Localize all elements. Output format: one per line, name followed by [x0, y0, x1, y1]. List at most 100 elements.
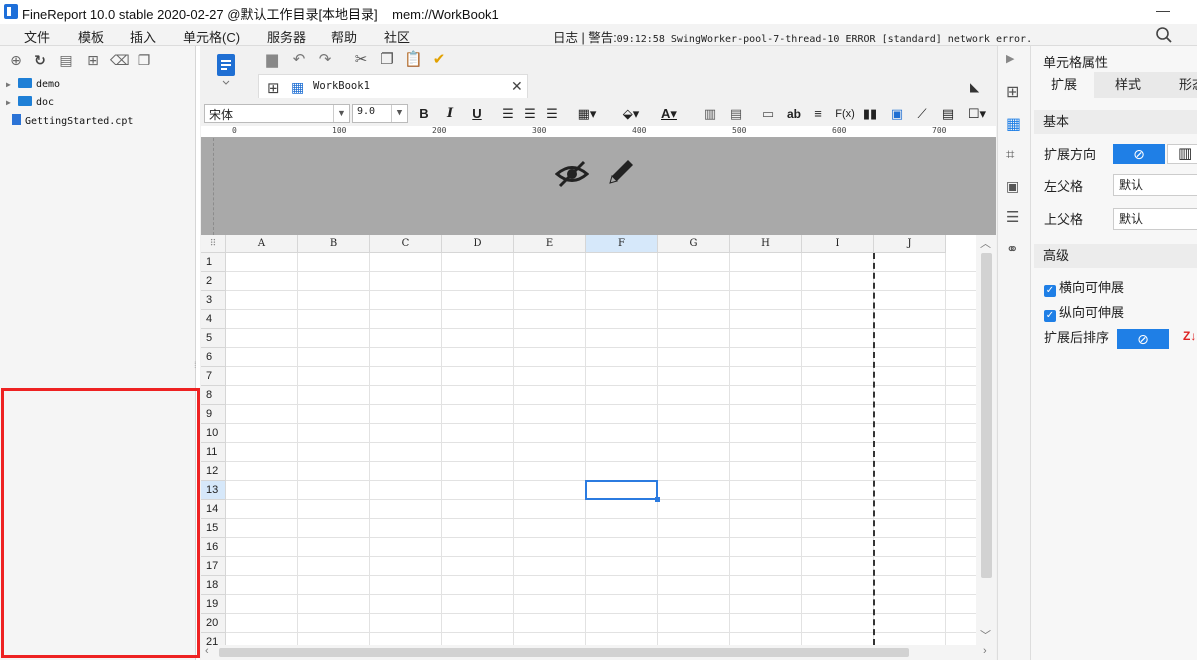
copy-icon[interactable]: ❐: [378, 51, 396, 69]
row-header-8[interactable]: 8: [201, 386, 226, 405]
vertical-expandable-checkbox[interactable]: ✓ 纵向可伸展: [1044, 302, 1124, 322]
expand-arrow-icon[interactable]: ▶: [6, 98, 18, 107]
row-header-10[interactable]: 10: [201, 424, 226, 443]
unmerge-cells-icon[interactable]: ▤: [728, 105, 744, 123]
fill-color-icon[interactable]: ⬙▾: [616, 105, 646, 123]
cell-element-icon[interactable]: ⊞: [1006, 82, 1023, 101]
underline-button[interactable]: U: [470, 105, 484, 123]
tree-item-doc[interactable]: ▶ doc: [6, 96, 54, 112]
row-header-19[interactable]: 19: [201, 595, 226, 614]
expand-none-button[interactable]: ⊘: [1113, 144, 1165, 164]
column-header-h[interactable]: H: [730, 235, 802, 253]
log-status[interactable]: 日志 | 警告:09:12:58 SwingWorker-pool-7-thre…: [553, 27, 1036, 46]
column-header-i[interactable]: I: [802, 235, 874, 253]
template-paper-icon[interactable]: [214, 52, 238, 86]
menu-template[interactable]: 模板: [78, 27, 104, 46]
text-icon[interactable]: ab: [785, 105, 803, 123]
rich-text-icon[interactable]: ≡: [810, 105, 826, 123]
expand-arrow-icon[interactable]: ▶: [6, 80, 18, 89]
row-header-9[interactable]: 9: [201, 405, 226, 424]
column-header-c[interactable]: C: [370, 235, 442, 253]
row-header-6[interactable]: 6: [201, 348, 226, 367]
merge-cells-icon[interactable]: ▥: [702, 105, 718, 123]
formula-icon[interactable]: F(x): [834, 105, 856, 123]
column-header-e[interactable]: E: [514, 235, 586, 253]
condition-attribute-icon[interactable]: ☰: [1006, 208, 1023, 226]
menu-file[interactable]: 文件: [24, 27, 50, 46]
sub-report-icon[interactable]: ▤: [940, 105, 956, 123]
scroll-down-icon[interactable]: ﹀: [980, 627, 991, 643]
spreadsheet-grid[interactable]: ⠿ ABCDEFGHIJ 1 2 3 4 5 6 7 8 9 10 11 12 13 14 15 16 17 18…: [201, 235, 976, 645]
row-header-18[interactable]: 18: [201, 576, 226, 595]
scroll-thumb[interactable]: [219, 648, 909, 657]
section-advanced[interactable]: 高级: [1034, 244, 1197, 268]
redo-icon[interactable]: ↷: [316, 51, 334, 69]
menu-help[interactable]: 帮助: [331, 27, 357, 46]
font-family-select[interactable]: 宋体 ▼: [204, 104, 350, 123]
column-header-a[interactable]: A: [226, 235, 298, 253]
row-header-3[interactable]: 3: [201, 291, 226, 310]
row-header-20[interactable]: 20: [201, 614, 226, 633]
left-parent-select[interactable]: 默认: [1113, 174, 1197, 196]
close-tab-icon[interactable]: ✕: [511, 78, 523, 95]
column-header-f[interactable]: F: [586, 235, 658, 253]
text-field-icon[interactable]: ▭: [760, 105, 776, 123]
row-header-16[interactable]: 16: [201, 538, 226, 557]
pencil-edit-icon[interactable]: [605, 156, 637, 188]
row-header-2[interactable]: 2: [201, 272, 226, 291]
row-header-12[interactable]: 12: [201, 462, 226, 481]
row-header-15[interactable]: 15: [201, 519, 226, 538]
sort-az-icon[interactable]: Z↓: [1183, 329, 1196, 343]
row-header-1[interactable]: 1: [201, 253, 226, 272]
paste-icon[interactable]: 📋: [404, 51, 423, 69]
splitter-handle[interactable]: ⁞: [194, 360, 197, 370]
row-header-5[interactable]: 5: [201, 329, 226, 348]
image-icon[interactable]: ▣: [888, 105, 906, 123]
top-parent-select[interactable]: 默认: [1113, 208, 1197, 230]
expand-horizontal-button[interactable]: ▥: [1167, 144, 1197, 164]
menu-server[interactable]: 服务器: [267, 27, 306, 46]
search-icon[interactable]: [1155, 26, 1173, 44]
column-header-d[interactable]: D: [442, 235, 514, 253]
border-icon[interactable]: ▦▾: [574, 105, 600, 123]
save-icon[interactable]: ▆: [263, 51, 281, 69]
align-right-icon[interactable]: ☰: [544, 105, 560, 123]
hidden-eye-icon[interactable]: [555, 159, 589, 189]
tab-expand[interactable]: 扩展: [1034, 72, 1094, 98]
tree-item-gettingstarted[interactable]: GettingStarted.cpt: [6, 114, 133, 130]
row-header-4[interactable]: 4: [201, 310, 226, 329]
tab-form[interactable]: 形态: [1172, 72, 1197, 98]
font-color-icon[interactable]: A▾: [654, 105, 684, 123]
italic-button[interactable]: I: [443, 105, 457, 123]
horizontal-scrollbar[interactable]: ‹ ›: [201, 645, 996, 660]
menu-community[interactable]: 社区: [384, 27, 410, 46]
row-header-11[interactable]: 11: [201, 443, 226, 462]
open-file-icon[interactable]: ▤: [58, 52, 74, 68]
widget-settings-icon[interactable]: ▣: [1006, 178, 1023, 195]
selected-cell[interactable]: [585, 480, 660, 502]
align-left-icon[interactable]: ☰: [500, 105, 516, 123]
slash-icon[interactable]: ⟋: [914, 105, 930, 123]
chart-icon[interactable]: ▮▮: [862, 105, 878, 123]
sort-none-button[interactable]: ⊘: [1117, 329, 1169, 349]
scroll-left-icon[interactable]: ‹: [205, 645, 209, 657]
float-element-icon[interactable]: ⌗: [1006, 146, 1023, 163]
format-brush-icon[interactable]: ✔: [430, 51, 448, 69]
section-basic[interactable]: 基本: [1034, 110, 1197, 134]
tree-item-demo[interactable]: ▶ demo: [6, 78, 60, 94]
scroll-right-icon[interactable]: ›: [983, 645, 987, 657]
column-header-g[interactable]: G: [658, 235, 730, 253]
menu-cell[interactable]: 单元格(C): [183, 27, 240, 46]
scroll-thumb[interactable]: [981, 253, 992, 578]
cell-attribute-icon[interactable]: ▦: [1006, 114, 1023, 133]
column-header-j[interactable]: J: [874, 235, 946, 253]
row-header-13[interactable]: 13: [201, 481, 226, 500]
menu-insert[interactable]: 插入: [130, 27, 156, 46]
row-header-17[interactable]: 17: [201, 557, 226, 576]
minimize-button[interactable]: —: [1156, 2, 1170, 18]
upload-icon[interactable]: ⊞: [85, 52, 101, 68]
column-header-b[interactable]: B: [298, 235, 370, 253]
undo-icon[interactable]: ↶: [290, 51, 308, 69]
grid-table-icon[interactable]: ⊞: [267, 79, 280, 97]
copy-icon[interactable]: ❐: [136, 52, 152, 68]
